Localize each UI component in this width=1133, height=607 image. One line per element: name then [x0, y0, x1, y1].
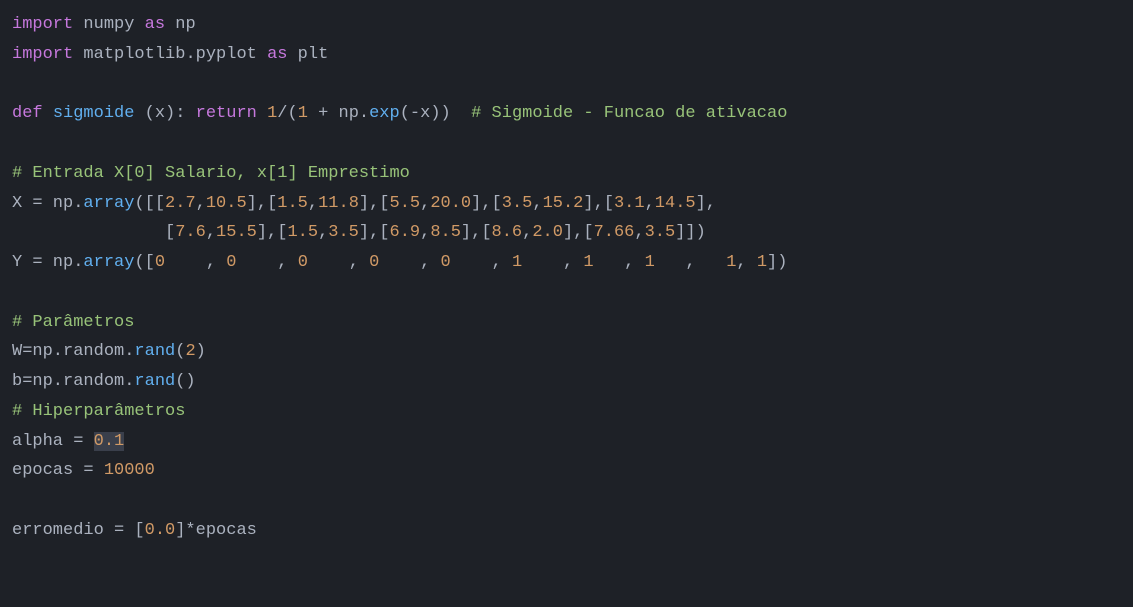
code-line-9: W=np.random.rand(2) — [12, 337, 1121, 367]
keyword-import: import — [12, 45, 73, 64]
code-line-6: [7.6,15.5],[1.5,3.5],[6.9,8.5],[8.6,2.0]… — [12, 218, 1121, 248]
module-matplotlib: matplotlib.pyplot — [83, 45, 256, 64]
function-rand: rand — [134, 372, 175, 391]
module-numpy: numpy — [83, 15, 134, 34]
keyword-def: def — [12, 104, 43, 123]
keyword-import: import — [12, 15, 73, 34]
code-line-4: # Entrada X[0] Salario, x[1] Emprestimo — [12, 159, 1121, 189]
keyword-return: return — [196, 104, 257, 123]
blank-line — [12, 486, 1121, 516]
code-line-2: import matplotlib.pyplot as plt — [12, 40, 1121, 70]
blank-line — [12, 70, 1121, 100]
code-line-11: # Hiperparâmetros — [12, 397, 1121, 427]
code-line-3: def sigmoide (x): return 1/(1 + np.exp(-… — [12, 99, 1121, 129]
keyword-as: as — [267, 45, 287, 64]
function-rand: rand — [134, 342, 175, 361]
comment-hiperparametros: # Hiperparâmetros — [12, 402, 185, 421]
code-line-8: # Parâmetros — [12, 308, 1121, 338]
comment-sigmoide: # Sigmoide - Funcao de ativacao — [471, 104, 787, 123]
code-line-7: Y = np.array([0 , 0 , 0 , 0 , 0 , 1 , 1 … — [12, 248, 1121, 278]
code-editor[interactable]: import numpy as np import matplotlib.pyp… — [12, 10, 1121, 546]
value-alpha: 0.1 — [94, 432, 125, 451]
blank-line — [12, 129, 1121, 159]
blank-line — [12, 278, 1121, 308]
comment-parametros: # Parâmetros — [12, 313, 134, 332]
code-line-14: erromedio = [0.0]*epocas — [12, 516, 1121, 546]
function-exp: exp — [369, 104, 400, 123]
code-line-10: b=np.random.rand() — [12, 367, 1121, 397]
code-line-13: epocas = 10000 — [12, 456, 1121, 486]
alias-plt: plt — [298, 45, 329, 64]
alias-np: np — [175, 15, 195, 34]
function-array: array — [83, 253, 134, 272]
comment-entrada: # Entrada X[0] Salario, x[1] Emprestimo — [12, 164, 410, 183]
code-line-1: import numpy as np — [12, 10, 1121, 40]
code-line-5: X = np.array([[2.7,10.5],[1.5,11.8],[5.5… — [12, 189, 1121, 219]
code-line-12: alpha = 0.1 — [12, 427, 1121, 457]
function-array: array — [83, 194, 134, 213]
value-epocas: 10000 — [104, 461, 155, 480]
keyword-as: as — [145, 15, 165, 34]
function-sigmoide: sigmoide — [53, 104, 135, 123]
